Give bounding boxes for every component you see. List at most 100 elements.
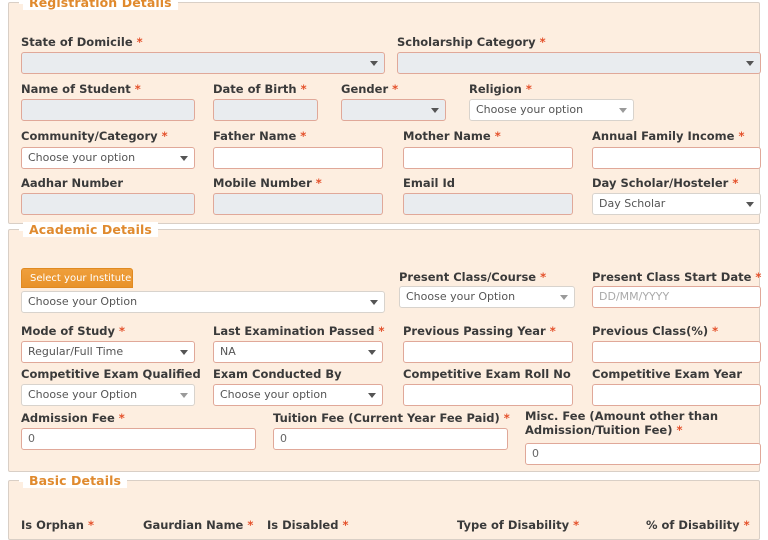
input-admission-fee-value: 0: [28, 432, 35, 445]
input-name-of-student[interactable]: [21, 99, 195, 121]
select-gender[interactable]: [341, 99, 446, 121]
label-previous-class-percent: Previous Class(%) *: [592, 324, 719, 338]
select-competitive-exam-qualified-value: Choose your Option: [28, 388, 138, 401]
label-gaurdian-name: Gaurdian Name *: [143, 518, 254, 532]
required-marker: *: [315, 176, 322, 190]
basic-details-legend: Basic Details: [23, 473, 128, 488]
input-admission-fee[interactable]: 0: [21, 428, 256, 450]
select-exam-conducted-by-value: Choose your option: [220, 388, 328, 401]
required-marker: *: [247, 518, 254, 532]
input-competitive-exam-roll-no[interactable]: [403, 384, 573, 406]
chevron-down-icon: [180, 393, 188, 398]
required-marker: *: [342, 518, 349, 532]
label-mobile-number: Mobile Number *: [213, 176, 322, 190]
input-misc-fee-value: 0: [532, 447, 539, 460]
required-marker: *: [300, 129, 307, 143]
chevron-down-icon: [560, 295, 568, 300]
select-your-institute-button[interactable]: Select your Institute: [21, 268, 133, 288]
label-mode-of-study: Mode of Study *: [21, 324, 126, 338]
required-marker: *: [300, 82, 307, 96]
label-misc-fee: Misc. Fee (Amount other than Admission/T…: [525, 409, 745, 437]
label-type-of-disability: Type of Disability *: [457, 518, 580, 532]
required-marker: *: [540, 270, 547, 284]
label-email-id: Email Id: [403, 176, 455, 190]
label-is-orphan: Is Orphan *: [21, 518, 94, 532]
required-marker: *: [732, 176, 739, 190]
required-marker: *: [87, 518, 94, 532]
chevron-down-icon: [180, 156, 188, 161]
label-competitive-exam-qualified: Competitive Exam Qualified: [21, 367, 201, 381]
label-father-name: Father Name *: [213, 129, 307, 143]
label-competitive-exam-year: Competitive Exam Year: [592, 367, 743, 381]
required-marker: *: [503, 411, 510, 425]
scholarship-application-form: Registration Details State of Domicile *…: [0, 0, 768, 540]
select-day-scholar-hosteler-value: Day Scholar: [599, 197, 666, 210]
input-father-name[interactable]: [213, 147, 383, 169]
required-marker: *: [712, 324, 719, 338]
academic-details-panel: Academic Details Select your Institute C…: [8, 222, 762, 472]
select-religion[interactable]: Choose your option: [469, 99, 634, 121]
required-marker: *: [378, 324, 385, 338]
select-present-class-course-value: Choose your Option: [406, 290, 516, 303]
label-scholarship-category: Scholarship Category *: [397, 35, 546, 49]
required-marker: *: [743, 518, 750, 532]
select-competitive-exam-qualified[interactable]: Choose your Option: [21, 384, 195, 406]
label-mother-name: Mother Name *: [403, 129, 501, 143]
required-marker: *: [755, 270, 762, 284]
select-community-category[interactable]: Choose your option: [21, 147, 195, 169]
label-misc-fee-line2: Admission/Tuition Fee): [525, 423, 673, 437]
label-name-of-student: Name of Student *: [21, 82, 141, 96]
select-day-scholar-hosteler[interactable]: Day Scholar: [592, 193, 761, 215]
select-religion-value: Choose your option: [476, 103, 584, 116]
select-institute[interactable]: Choose your Option: [21, 291, 385, 313]
chevron-down-icon: [180, 350, 188, 355]
label-day-scholar-hosteler: Day Scholar/Hosteler *: [592, 176, 739, 190]
required-marker: *: [119, 324, 126, 338]
input-misc-fee[interactable]: 0: [525, 443, 761, 465]
label-present-class-course: Present Class/Course *: [399, 270, 547, 284]
select-community-category-value: Choose your option: [28, 151, 136, 164]
chevron-down-icon: [368, 350, 376, 355]
label-state-of-domicile: State of Domicile *: [21, 35, 143, 49]
chevron-down-icon: [746, 61, 754, 66]
required-marker: *: [573, 518, 580, 532]
select-last-examination-passed[interactable]: NA: [213, 341, 383, 363]
label-gender: Gender *: [341, 82, 399, 96]
select-mode-of-study[interactable]: Regular/Full Time: [21, 341, 195, 363]
label-percent-of-disability: % of Disability *: [646, 518, 750, 532]
label-admission-fee: Admission Fee *: [21, 411, 125, 425]
label-tuition-fee: Tuition Fee (Current Year Fee Paid) *: [273, 411, 510, 425]
required-marker: *: [525, 82, 532, 96]
select-mode-of-study-value: Regular/Full Time: [28, 345, 124, 358]
select-present-class-course[interactable]: Choose your Option: [399, 286, 575, 308]
basic-details-panel: Basic Details Is Orphan * Gaurdian Name …: [8, 473, 760, 540]
required-marker: *: [118, 411, 125, 425]
label-aadhar-number: Aadhar Number: [21, 176, 124, 190]
label-community-category: Community/Category *: [21, 129, 168, 143]
input-present-class-start-date[interactable]: DD/MM/YYYY: [592, 286, 761, 308]
chevron-down-icon: [619, 108, 627, 113]
select-your-institute-button-label: Select your Institute: [30, 273, 132, 284]
label-exam-conducted-by: Exam Conducted By: [213, 367, 342, 381]
label-is-disabled: Is Disabled *: [267, 518, 349, 532]
required-marker: *: [494, 129, 501, 143]
select-exam-conducted-by[interactable]: Choose your option: [213, 384, 383, 406]
input-mobile-number[interactable]: [213, 193, 383, 215]
chevron-down-icon: [368, 393, 376, 398]
input-competitive-exam-year[interactable]: [592, 384, 761, 406]
input-previous-passing-year[interactable]: [403, 341, 573, 363]
label-misc-fee-line1: Misc. Fee (Amount other than: [525, 409, 719, 423]
label-previous-passing-year: Previous Passing Year *: [403, 324, 556, 338]
label-present-class-start-date: Present Class Start Date *: [592, 270, 762, 284]
input-present-class-start-date-placeholder: DD/MM/YYYY: [599, 290, 670, 303]
input-previous-class-percent[interactable]: [592, 341, 761, 363]
input-email-id[interactable]: [403, 193, 573, 215]
input-aadhar-number[interactable]: [21, 193, 195, 215]
select-state-of-domicile[interactable]: [21, 52, 385, 74]
input-tuition-fee[interactable]: 0: [273, 428, 508, 450]
input-annual-family-income[interactable]: [592, 147, 761, 169]
input-mother-name[interactable]: [403, 147, 573, 169]
input-date-of-birth[interactable]: [213, 99, 318, 121]
select-scholarship-category[interactable]: [397, 52, 761, 74]
registration-details-legend: Registration Details: [23, 0, 178, 10]
